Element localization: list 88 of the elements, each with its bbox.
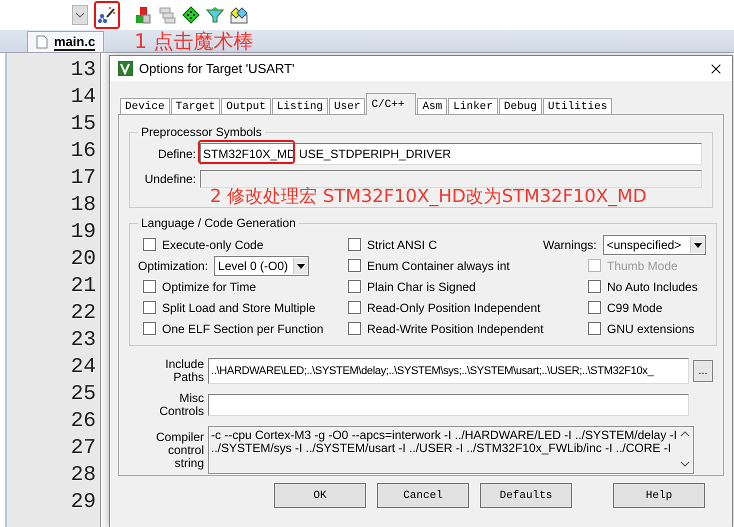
checkbox-label: Read-Write Position Independent (367, 322, 544, 336)
line-number: 29 (70, 490, 96, 516)
line-number: 19 (70, 220, 96, 246)
line-number: 22 (70, 301, 96, 327)
checkbox-label: Execute-only Code (162, 238, 264, 252)
select-label: Warnings: (543, 238, 597, 252)
checkbox-label: Thumb Mode (607, 258, 678, 272)
line-number: 27 (70, 436, 96, 462)
checkbox-label: Plain Char is Signed (367, 280, 476, 294)
blocks-icon[interactable] (134, 6, 152, 24)
checkbox[interactable] (143, 238, 156, 251)
line-number: 14 (70, 85, 96, 111)
select-label: Optimization: (138, 258, 208, 272)
tab[interactable]: User (329, 98, 366, 115)
line-number: 25 (70, 382, 96, 408)
group-title: Language / Code Generation (140, 216, 297, 230)
checkbox-label: Optimize for Time (162, 280, 256, 294)
checkbox-label: Enum Container always int (367, 258, 510, 272)
checkbox[interactable] (143, 322, 156, 335)
checkbox[interactable] (348, 238, 361, 251)
checkbox[interactable] (588, 280, 601, 293)
checkbox-label: One ELF Section per Function (162, 322, 324, 336)
dropdown[interactable]: <unspecified> (602, 234, 706, 254)
tab[interactable]: Utilities (542, 98, 612, 115)
line-number: 23 (70, 328, 96, 354)
compiler-string-line: -c --cpu Cortex-M3 -g -O0 --apcs=interwork -I ../HARDWARE/LED -I ../SYSTEM/delay -I (211, 429, 677, 442)
checkbox[interactable] (588, 322, 601, 335)
define-label: Define: (156, 147, 196, 161)
windows-icon[interactable] (158, 6, 176, 24)
diamond-icon[interactable] (182, 6, 200, 24)
tab[interactable]: Output (221, 98, 271, 115)
tab[interactable]: Debug (498, 98, 542, 115)
dialog-button[interactable]: OK (274, 483, 366, 508)
line-number: 17 (70, 166, 96, 192)
define-field[interactable]: STM32F10X_MD USE_STDPERIPH_DRIVER (200, 143, 702, 165)
diamonds-icon[interactable] (230, 6, 248, 24)
annotation-text: 2 修改处理宏 STM32F10X_HD改为STM32F10X_MD (210, 187, 647, 207)
line-number: 20 (70, 247, 96, 273)
tab[interactable]: C/C++ (366, 93, 416, 115)
checkbox[interactable] (348, 301, 361, 314)
checkbox-label: Strict ANSI C (367, 238, 438, 252)
dialog-title: Options for Target 'USART' (139, 61, 296, 76)
dropdown-button[interactable] (72, 5, 88, 25)
magic-wand-icon[interactable] (98, 6, 116, 24)
file-icon (36, 35, 48, 49)
line-number: 16 (70, 139, 96, 165)
line-number: 28 (70, 463, 96, 489)
misc-controls-label: Misc Controls (158, 392, 204, 418)
checkbox[interactable] (348, 259, 361, 272)
checkbox-label: C99 Mode (607, 300, 662, 314)
compiler-control-label: Compiler control string (154, 430, 204, 470)
dropdown[interactable]: Level 0 (-O0) (214, 256, 310, 276)
tab[interactable]: Target (170, 98, 220, 115)
compiler-string-line: ../SYSTEM/sys -I ../SYSTEM/usart -I ../USER -I ../STM32F10x_FWLib/inc -I ../CORE -I (211, 442, 672, 455)
tab[interactable]: Linker (448, 98, 498, 115)
checkbox-label: Read-Only Position Independent (367, 300, 540, 314)
checkbox-label: Split Load and Store Multiple (162, 300, 316, 314)
undefine-field[interactable] (200, 170, 702, 188)
checkbox[interactable] (588, 301, 601, 314)
line-number: 24 (70, 355, 96, 381)
checkbox-label: No Auto Includes (607, 280, 698, 294)
line-number: 26 (70, 409, 96, 435)
line-number: 15 (70, 112, 96, 138)
line-number: 21 (70, 274, 96, 300)
file-tab[interactable]: main.c (27, 31, 104, 52)
dialog-button[interactable]: Help (613, 483, 705, 508)
checkbox[interactable] (348, 322, 361, 335)
funnel-icon[interactable] (206, 6, 224, 24)
include-paths-field[interactable]: ..\HARDWARE\LED;..\SYSTEM\delay;..\SYSTEM\sys;..\SYSTEM\usart;..\USER;..\STM32F10x_ (208, 358, 689, 384)
checkbox[interactable] (143, 280, 156, 293)
app-logo-icon (118, 61, 133, 76)
include-paths-label: Include Paths (164, 358, 204, 384)
dialog-button[interactable]: Cancel (377, 483, 469, 508)
checkbox-label: GNU extensions (607, 322, 694, 336)
annotation-text: 1 点击魔术棒 (134, 28, 254, 54)
tab[interactable]: Asm (417, 98, 448, 115)
misc-controls-field[interactable] (208, 394, 689, 416)
tab[interactable]: Listing (272, 98, 328, 115)
dialog-button[interactable]: Defaults (480, 483, 572, 508)
tab[interactable]: Device (120, 98, 170, 115)
undefine-label: Undefine: (144, 172, 196, 186)
browse-button[interactable]: ... (693, 360, 713, 382)
checkbox[interactable] (143, 301, 156, 314)
checkbox[interactable] (348, 280, 361, 293)
group-title: Preprocessor Symbols (140, 125, 263, 139)
line-number: 18 (70, 193, 96, 219)
caret-icon (75, 11, 85, 19)
line-number: 13 (70, 58, 96, 84)
